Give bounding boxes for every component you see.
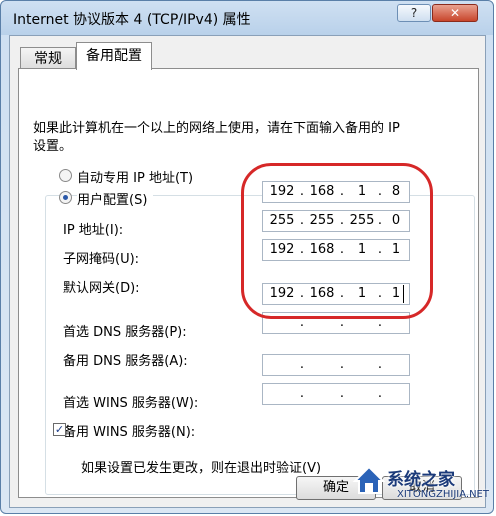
tab-alternate-configuration[interactable]: 备用配置 bbox=[76, 42, 152, 70]
default-gateway-label: 默认网关(D): bbox=[63, 281, 140, 296]
close-button[interactable]: ✕ bbox=[432, 4, 478, 22]
red-annotation-circle bbox=[241, 163, 433, 319]
tab-general[interactable]: 常规 bbox=[20, 47, 76, 69]
title-bar[interactable]: Internet 协议版本 4 (TCP/IPv4) 属性 ? ✕ bbox=[1, 1, 493, 35]
description-line-2: 设置。 bbox=[33, 139, 73, 154]
validate-on-exit-label[interactable]: 如果设置已发生更改，则在退出时验证(V) bbox=[81, 457, 321, 476]
validate-on-exit-checkbox[interactable]: ✓ bbox=[53, 423, 66, 436]
radio-user-configured-label[interactable]: 用户配置(S) bbox=[77, 189, 154, 208]
description-line-1: 如果此计算机在一个以上的网络上使用，请在下面输入备用的 IP bbox=[33, 121, 400, 136]
radio-user-configured[interactable] bbox=[59, 191, 72, 204]
subnet-mask-label: 子网掩码(U): bbox=[63, 252, 140, 267]
watermark-logo-icon bbox=[352, 465, 386, 494]
radio-auto-private-ip-label[interactable]: 自动专用 IP 地址(T) bbox=[77, 167, 193, 186]
preferred-dns-label: 首选 DNS 服务器(P): bbox=[63, 325, 187, 340]
dialog-window: Internet 协议版本 4 (TCP/IPv4) 属性 ? ✕ 常规 备用配… bbox=[0, 0, 494, 514]
alternate-wins-input[interactable]: . . . bbox=[262, 383, 410, 405]
ip-address-label: IP 地址(I): bbox=[63, 223, 124, 238]
radio-auto-private-ip[interactable] bbox=[59, 169, 72, 182]
window-title: Internet 协议版本 4 (TCP/IPv4) 属性 bbox=[13, 12, 251, 28]
help-button[interactable]: ? bbox=[397, 4, 431, 22]
preferred-wins-input[interactable]: . . . bbox=[262, 354, 410, 376]
alternate-dns-label: 备用 DNS 服务器(A): bbox=[63, 354, 188, 369]
watermark: 系统之家 XITONGZHIJIA.NET bbox=[349, 451, 495, 515]
preferred-wins-label: 首选 WINS 服务器(W): bbox=[63, 396, 199, 411]
watermark-name: 系统之家 bbox=[387, 470, 455, 490]
alternate-wins-label: 备用 WINS 服务器(N): bbox=[63, 425, 196, 440]
watermark-url: XITONGZHIJIA.NET bbox=[397, 489, 489, 500]
